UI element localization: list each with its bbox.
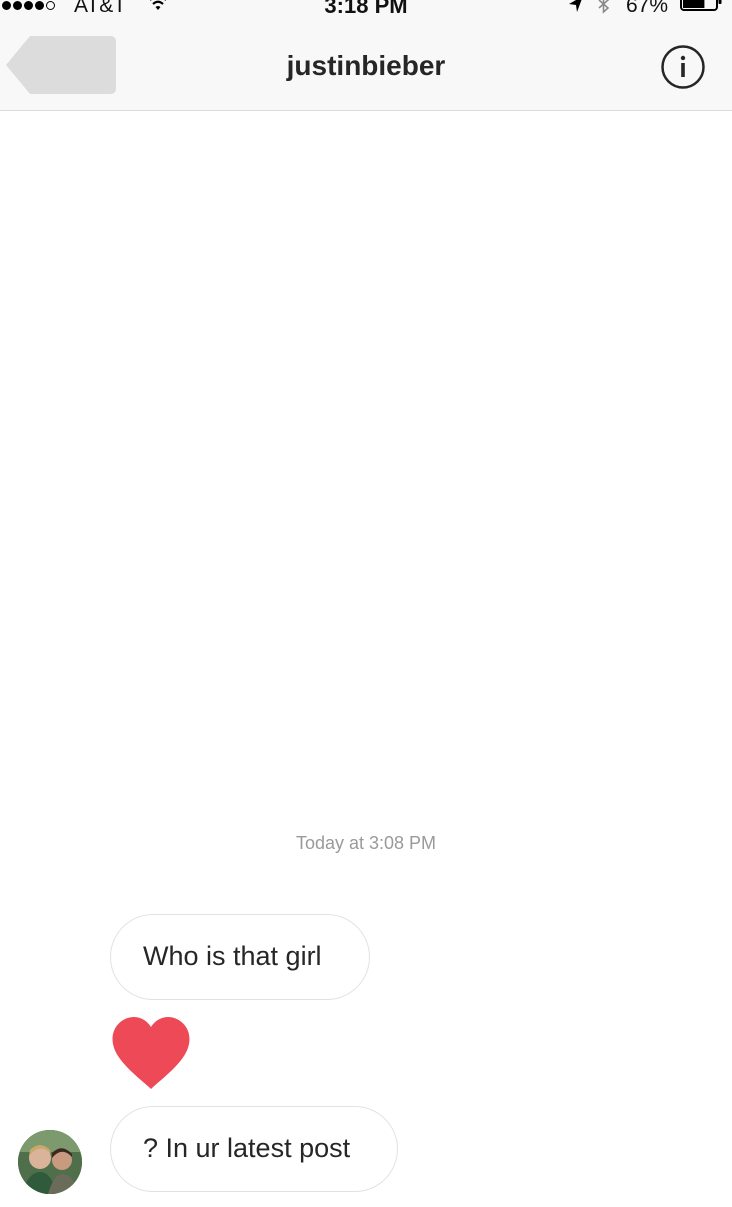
profile-photo	[18, 1130, 82, 1194]
location-arrow-icon	[569, 0, 582, 12]
status-time: 3:18 PM	[324, 0, 408, 18]
navigation-bar: justinbieber	[0, 22, 732, 111]
conversation-title: justinbieber	[286, 50, 446, 81]
avatar[interactable]	[18, 1130, 82, 1194]
message-timestamp: Today at 3:08 PM	[295, 833, 437, 853]
message-thread[interactable]: Today at 3:08 PM Who is that girl ? In u…	[0, 111, 732, 1207]
info-circle-icon[interactable]	[660, 44, 706, 90]
heart-icon[interactable]	[110, 1017, 192, 1091]
battery-percent: 67%	[626, 0, 669, 17]
bluetooth-icon	[598, 0, 610, 14]
message-bubble[interactable]: ? In ur latest post	[110, 1106, 398, 1192]
battery-icon	[680, 0, 722, 11]
message-bubble[interactable]: Who is that girl	[110, 914, 370, 1000]
status-bar: AT&T 3:18 PM 67%	[0, 0, 732, 22]
